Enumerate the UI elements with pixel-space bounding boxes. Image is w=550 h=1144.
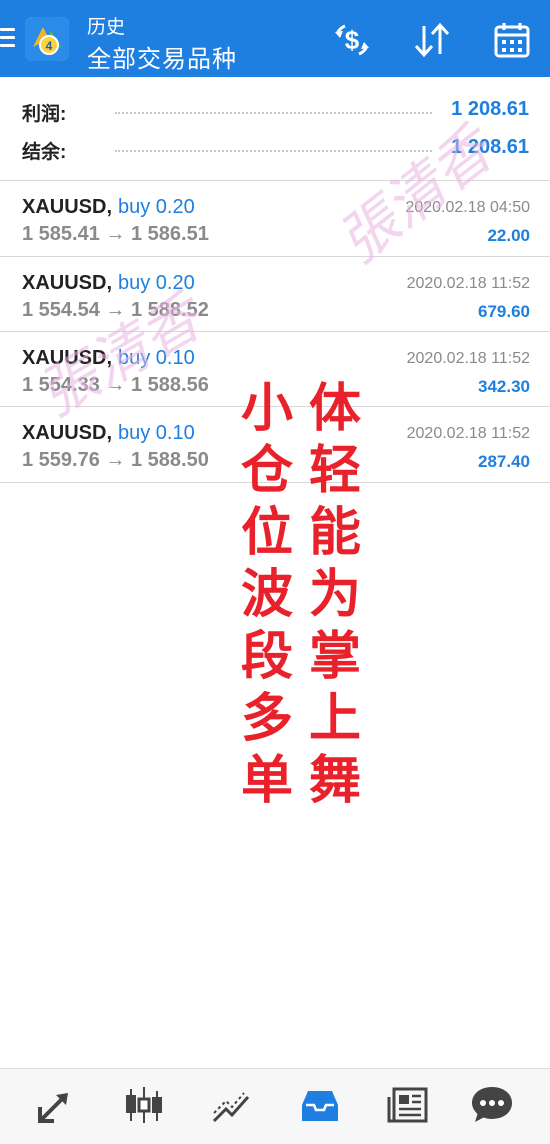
metatrader-logo: 4 xyxy=(25,17,69,61)
bottom-navigation xyxy=(0,1068,550,1144)
page-title[interactable]: 全部交易品种 xyxy=(87,39,237,74)
svg-text:4: 4 xyxy=(46,39,53,53)
menu-icon[interactable] xyxy=(0,28,16,50)
overlay-char: 小 xyxy=(240,378,293,439)
trade-prices: 1 585.41 → 1 586.51 xyxy=(22,223,209,245)
overlay-char: 波 xyxy=(240,564,293,625)
trade-symbol: XAUUSD, xyxy=(22,272,113,294)
app-header: 4 历史 全部交易品种 $ xyxy=(0,0,550,77)
dotted-leader xyxy=(115,112,432,114)
page-subtitle: 历史 xyxy=(87,17,126,38)
overlay-char: 体 xyxy=(308,378,361,439)
trade-row[interactable]: XAUUSD, buy 0.20 1 554.54 → 1 588.52 202… xyxy=(0,257,550,332)
overlay-text-left: 小 仓 位 波 段 多 单 xyxy=(237,378,297,812)
svg-text:$: $ xyxy=(345,25,360,55)
trade-profit: 679.60 xyxy=(478,302,530,321)
dollar-exchange-icon[interactable]: $ xyxy=(332,20,372,60)
overlay-text-right: 体 轻 能 为 掌 上 舞 xyxy=(305,378,365,812)
history-inbox-icon[interactable] xyxy=(298,1083,342,1127)
trade-prices: 1 559.76 → 1 588.50 xyxy=(22,449,209,471)
trade-profit: 342.30 xyxy=(478,377,530,396)
overlay-char: 掌 xyxy=(308,626,361,687)
sort-icon[interactable] xyxy=(412,20,452,60)
overlay-char: 仓 xyxy=(240,440,293,501)
overlay-char: 段 xyxy=(240,626,293,687)
news-icon[interactable] xyxy=(386,1083,430,1127)
calendar-icon[interactable] xyxy=(492,20,532,60)
trade-time: 2020.02.18 11:52 xyxy=(406,350,530,367)
trend-chart-icon[interactable] xyxy=(210,1083,254,1127)
trade-symbol: XAUUSD, xyxy=(22,196,113,218)
balance-label: 结余: xyxy=(22,142,67,163)
profit-label: 利润: xyxy=(22,104,67,125)
overlay-char: 为 xyxy=(308,564,361,625)
trade-time: 2020.02.18 11:52 xyxy=(406,425,530,442)
trade-side: buy 0.10 xyxy=(118,422,195,444)
chat-icon[interactable] xyxy=(470,1083,514,1127)
overlay-char: 舞 xyxy=(308,750,361,811)
trade-icon[interactable] xyxy=(34,1083,78,1127)
overlay-char: 单 xyxy=(240,750,293,811)
overlay-char: 能 xyxy=(308,502,361,563)
overlay-char: 多 xyxy=(240,688,293,749)
trade-profit: 22.00 xyxy=(487,226,530,245)
dotted-leader xyxy=(115,150,432,152)
candlestick-chart-icon[interactable] xyxy=(122,1083,166,1127)
trade-profit: 287.40 xyxy=(478,452,530,471)
trade-time: 2020.02.18 11:52 xyxy=(406,275,530,292)
overlay-char: 位 xyxy=(240,502,293,563)
trade-side: buy 0.20 xyxy=(118,196,195,218)
overlay-char: 轻 xyxy=(308,440,361,501)
overlay-char: 上 xyxy=(308,688,361,749)
